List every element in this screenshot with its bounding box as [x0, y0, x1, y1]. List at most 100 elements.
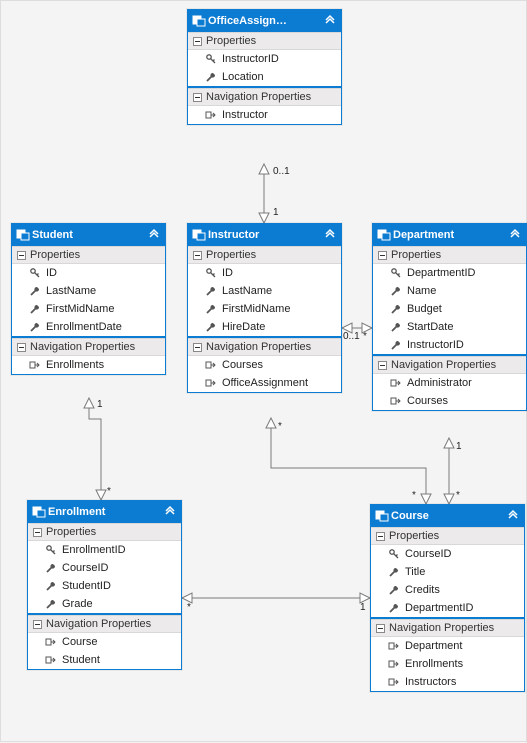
minus-icon[interactable] — [193, 343, 202, 352]
cardinality-label: 1 — [456, 441, 462, 452]
property-label: FirstMidName — [42, 303, 114, 315]
navprop-row[interactable]: Enrollments — [12, 356, 165, 374]
minus-icon[interactable] — [17, 343, 26, 352]
section-navprops[interactable]: Navigation Properties — [12, 338, 165, 356]
minus-icon[interactable] — [33, 620, 42, 629]
wrench-icon — [204, 321, 218, 333]
property-row[interactable]: CourseID — [28, 559, 181, 577]
property-row[interactable]: DepartmentID — [373, 264, 526, 282]
entity-header[interactable]: Enrollment — [28, 501, 181, 523]
section-navprops[interactable]: Navigation Properties — [188, 88, 341, 106]
collapse-icon[interactable] — [508, 228, 522, 242]
minus-icon[interactable] — [17, 251, 26, 260]
property-label: Title — [401, 566, 425, 578]
entity-header[interactable]: Instructor — [188, 224, 341, 246]
property-row[interactable]: Location — [188, 68, 341, 86]
navprop-label: Courses — [218, 359, 263, 371]
navprop-row[interactable]: Instructor — [188, 106, 341, 124]
section-navprops[interactable]: Navigation Properties — [373, 356, 526, 374]
key-icon — [204, 267, 218, 279]
navprop-row[interactable]: Instructors — [371, 673, 524, 691]
property-row[interactable]: HireDate — [188, 318, 341, 336]
wrench-icon — [387, 584, 401, 596]
entity-title: Enrollment — [46, 506, 163, 518]
section-navprops[interactable]: Navigation Properties — [188, 338, 341, 356]
entity-header[interactable]: Student — [12, 224, 165, 246]
section-label: Properties — [385, 530, 439, 542]
collapse-icon[interactable] — [323, 228, 337, 242]
collapse-icon[interactable] — [506, 509, 520, 523]
navprop-row[interactable]: Department — [371, 637, 524, 655]
minus-icon[interactable] — [378, 251, 387, 260]
entity-student[interactable]: StudentPropertiesIDLastName FirstMidName E… — [11, 223, 166, 375]
property-row[interactable]: ID — [188, 264, 341, 282]
section-properties[interactable]: Properties — [28, 523, 181, 541]
collapse-icon[interactable] — [163, 505, 177, 519]
minus-icon[interactable] — [378, 361, 387, 370]
property-row[interactable]: FirstMidName — [12, 300, 165, 318]
entity-header[interactable]: Department — [373, 224, 526, 246]
minus-icon[interactable] — [376, 532, 385, 541]
property-label: Grade — [58, 598, 93, 610]
section-properties[interactable]: Properties — [373, 246, 526, 264]
entity-title: OfficeAssign… — [206, 15, 323, 27]
section-properties[interactable]: Properties — [188, 246, 341, 264]
wrench-icon — [389, 285, 403, 297]
property-label: DepartmentID — [401, 602, 473, 614]
navprop-row[interactable]: Administrator — [373, 374, 526, 392]
property-row[interactable]: EnrollmentID — [28, 541, 181, 559]
property-row[interactable]: LastName — [12, 282, 165, 300]
section-navprops[interactable]: Navigation Properties — [371, 619, 524, 637]
property-row[interactable]: ID — [12, 264, 165, 282]
cardinality-label: 1 — [97, 399, 103, 410]
collapse-icon[interactable] — [147, 228, 161, 242]
navprop-row[interactable]: Student — [28, 651, 181, 669]
key-icon — [28, 267, 42, 279]
entity-officeassignment[interactable]: OfficeAssign… PropertiesInstructorIDLocat… — [187, 9, 342, 125]
property-row[interactable]: StudentID — [28, 577, 181, 595]
entity-department[interactable]: DepartmentPropertiesDepartmentIDNameBudg… — [372, 223, 527, 411]
property-row[interactable]: FirstMidName — [188, 300, 341, 318]
section-properties[interactable]: Properties — [371, 527, 524, 545]
navprop-row[interactable]: OfficeAssignment — [188, 374, 341, 392]
minus-icon[interactable] — [193, 93, 202, 102]
property-row[interactable]: EnrollmentDate — [12, 318, 165, 336]
navprop-row[interactable]: Courses — [373, 392, 526, 410]
property-row[interactable]: Credits — [371, 581, 524, 599]
minus-icon[interactable] — [193, 37, 202, 46]
property-label: StartDate — [403, 321, 453, 333]
navprop-row[interactable]: Enrollments — [371, 655, 524, 673]
nav-icon — [204, 359, 218, 371]
key-icon — [387, 548, 401, 560]
property-row[interactable]: Budget — [373, 300, 526, 318]
entity-header[interactable]: OfficeAssign… — [188, 10, 341, 32]
property-row[interactable]: InstructorID — [188, 50, 341, 68]
navprop-row[interactable]: Courses — [188, 356, 341, 374]
navprop-row[interactable]: Course — [28, 633, 181, 651]
cardinality-label: * — [278, 421, 282, 432]
property-row[interactable]: StartDate — [373, 318, 526, 336]
minus-icon[interactable] — [33, 528, 42, 537]
cardinality-label: 0..1 — [273, 166, 290, 177]
entity-course[interactable]: Course Properties CourseID Title Credits Depa… — [370, 504, 525, 692]
property-row[interactable]: DepartmentID — [371, 599, 524, 617]
property-row[interactable]: Name — [373, 282, 526, 300]
property-row[interactable]: InstructorID — [373, 336, 526, 354]
property-row[interactable]: LastName — [188, 282, 341, 300]
section-properties[interactable]: Properties — [12, 246, 165, 264]
entity-title: Course — [389, 510, 506, 522]
entity-instructor[interactable]: Instructor PropertiesIDLastNameFirstMidNa… — [187, 223, 342, 393]
collapse-icon[interactable] — [323, 14, 337, 28]
entity-enrollment[interactable]: Enrollment PropertiesEnrollmentIDCourseID… — [27, 500, 182, 670]
entity-header[interactable]: Course — [371, 505, 524, 527]
section-navprops[interactable]: Navigation Properties — [28, 615, 181, 633]
entity-title: Instructor — [206, 229, 323, 241]
property-row[interactable]: Title — [371, 563, 524, 581]
section-properties[interactable]: Properties — [188, 32, 341, 50]
property-row[interactable]: CourseID — [371, 545, 524, 563]
wrench-icon — [387, 566, 401, 578]
property-row[interactable]: Grade — [28, 595, 181, 613]
minus-icon[interactable] — [193, 251, 202, 260]
key-icon — [389, 267, 403, 279]
minus-icon[interactable] — [376, 624, 385, 633]
